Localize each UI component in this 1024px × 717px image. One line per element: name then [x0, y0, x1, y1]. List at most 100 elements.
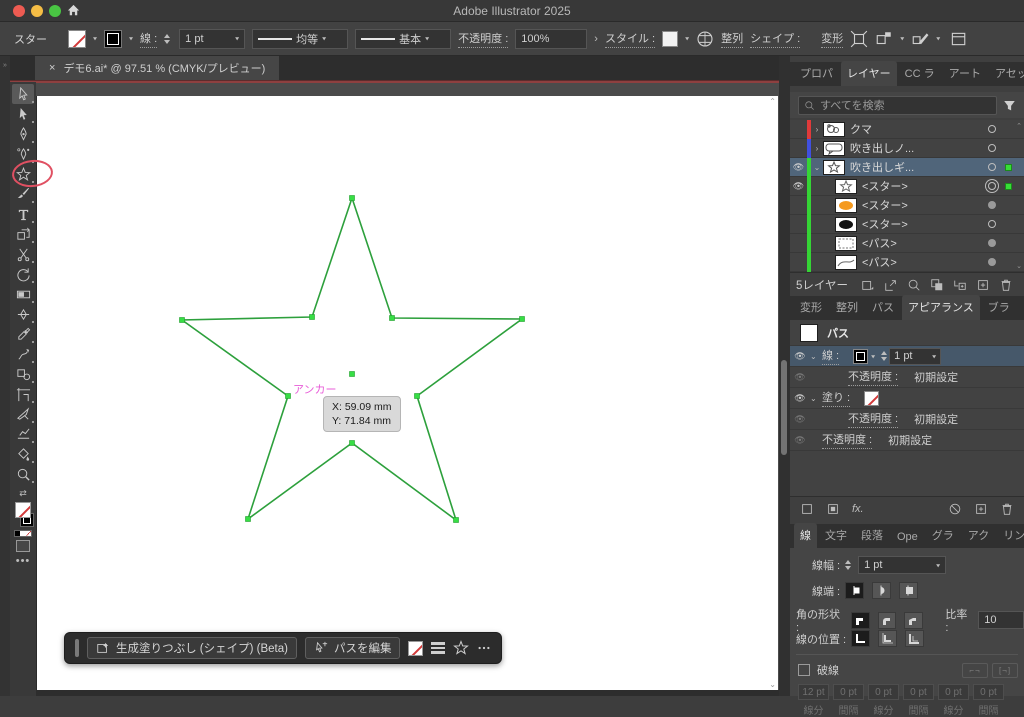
document-tab[interactable]: × デモ6.ai* @ 97.51 % (CMYK/プレビュー) — [35, 56, 280, 80]
layer-target-icon[interactable] — [982, 220, 1002, 228]
appearance-fill-swatch[interactable] — [864, 390, 880, 406]
tab-CC ラ[interactable]: CC ラ — [899, 61, 941, 86]
pen-tool[interactable] — [12, 124, 34, 144]
appearance-root-opacity-row[interactable]: 👁 不透明度 : 初期設定 — [790, 430, 1024, 451]
stroke-color-swatch[interactable] — [104, 29, 123, 48]
warp-tool[interactable] — [12, 344, 34, 364]
miter-join-button[interactable] — [850, 611, 870, 629]
stroke-weight-label[interactable]: 線 : — [140, 30, 158, 48]
appearance-stroke-stepper[interactable] — [881, 351, 888, 361]
scroll-up-icon[interactable]: ⌃ — [769, 97, 776, 106]
bevel-join-button[interactable] — [904, 611, 924, 629]
stroke-weight-field[interactable]: 1 pt ▾ — [858, 556, 947, 574]
locate-object-icon[interactable] — [907, 278, 921, 292]
gradient-tool[interactable] — [12, 284, 34, 304]
scroll-down-icon[interactable]: ⌄ — [769, 680, 776, 689]
vertical-scrollbar[interactable] — [779, 56, 790, 696]
stroke-chevron-icon[interactable]: ▾ — [129, 35, 133, 42]
tab-アセッ[interactable]: アセッ — [989, 61, 1024, 86]
filter-icon[interactable] — [1003, 99, 1016, 112]
appearance-opacity-row[interactable]: 👁 不透明度 : 初期設定 — [790, 409, 1024, 430]
style-chevron-icon[interactable]: ▾ — [685, 35, 689, 42]
selection-tool[interactable] — [12, 84, 34, 104]
taskbar-stroke-icon[interactable] — [431, 642, 446, 654]
stroke-weight-stepper[interactable] — [845, 560, 852, 570]
color-type-bar[interactable] — [14, 530, 32, 537]
toolbar-more-icon[interactable]: ••• — [16, 555, 31, 567]
taskbar-more-icon[interactable] — [477, 641, 491, 655]
eyedropper-tool[interactable] — [12, 324, 34, 344]
add-effect-button[interactable]: fx. — [852, 503, 864, 515]
tab-整列[interactable]: 整列 — [830, 295, 864, 320]
align-center-button[interactable] — [851, 630, 871, 647]
align-inside-button[interactable] — [878, 630, 898, 647]
butt-cap-button[interactable] — [845, 582, 865, 599]
export-icon[interactable] — [884, 278, 898, 292]
visibility-eye-icon[interactable]: 👁 — [790, 351, 810, 362]
transform-icon[interactable] — [850, 30, 868, 48]
layer-thumbnail[interactable] — [835, 197, 857, 213]
width-profile-select[interactable]: 均等 ▾ — [252, 28, 349, 49]
style-label[interactable]: スタイル : — [604, 30, 656, 48]
tab-文字[interactable]: 文字 — [819, 523, 853, 548]
layer-name[interactable]: <スター> — [862, 178, 982, 194]
layer-thumbnail[interactable] — [835, 178, 857, 194]
layer-target-icon[interactable] — [982, 125, 1002, 133]
layer-row[interactable]: 👁 <スター> — [790, 176, 1024, 196]
artboard-tool[interactable] — [12, 384, 34, 404]
layer-name[interactable]: <パス> — [862, 235, 982, 251]
appearance-stroke-swatch[interactable] — [853, 348, 869, 364]
visibility-eye-icon[interactable]: 👁 — [790, 393, 810, 404]
tab-アピアランス[interactable]: アピアランス — [902, 295, 980, 320]
fill-chevron-icon[interactable]: ▾ — [93, 35, 97, 42]
visibility-eye-icon[interactable]: 👁 — [790, 162, 807, 173]
layer-row[interactable]: <スター> — [790, 195, 1024, 215]
layer-row[interactable]: <スター> — [790, 214, 1024, 234]
new-layer-icon[interactable] — [976, 278, 990, 292]
appearance-fill-row[interactable]: 👁 ⌄ 塗り : — [790, 388, 1024, 409]
taskbar-fill-none-swatch[interactable] — [408, 640, 424, 656]
layer-row[interactable]: › クマ — [790, 120, 1024, 139]
taskbar-star-icon[interactable] — [453, 640, 470, 656]
edit-pen-icon[interactable] — [911, 30, 929, 48]
align-dash-icon[interactable]: [¬] — [992, 662, 1018, 678]
type-tool[interactable] — [12, 204, 34, 224]
dashed-line-checkbox[interactable] — [798, 664, 810, 676]
scissors-tool[interactable] — [12, 244, 34, 264]
layer-thumbnail[interactable] — [823, 140, 845, 156]
expand-chevron-icon[interactable]: ⌄ — [811, 163, 823, 172]
align-tool[interactable] — [12, 424, 34, 444]
appearance-fill-label[interactable]: 塗り : — [822, 389, 851, 407]
layer-target-icon[interactable] — [982, 144, 1002, 152]
layer-thumbnail[interactable] — [835, 216, 857, 232]
artboard-canvas[interactable]: アンカー X: 59.09 mm Y: 71.84 mm ⌃ ⌄ — [36, 96, 778, 690]
layer-target-icon[interactable] — [982, 182, 1002, 190]
round-join-button[interactable] — [877, 611, 897, 629]
layer-target-icon[interactable] — [982, 258, 1002, 266]
round-cap-button[interactable] — [872, 582, 892, 599]
fill-none-swatch[interactable] — [15, 502, 31, 518]
scrollbar-thumb[interactable] — [781, 360, 787, 455]
opacity-input[interactable]: 100% — [515, 28, 588, 49]
dock-collapse-icon[interactable]: » — [0, 56, 10, 69]
tab-レイヤー[interactable]: レイヤー — [841, 61, 897, 86]
generative-fill-button[interactable]: 生成塗りつぶし (シェイプ) (Beta) — [87, 637, 297, 659]
appearance-stroke-weight[interactable]: 1 pt ▾ — [889, 347, 942, 365]
layer-thumbnail[interactable] — [823, 159, 845, 175]
delete-item-icon[interactable] — [1000, 502, 1014, 516]
collect-for-export-icon[interactable] — [861, 278, 875, 292]
tab-アート[interactable]: アート — [943, 61, 987, 86]
style-swatch[interactable] — [662, 30, 679, 47]
opacity-label[interactable]: 不透明度 : — [458, 30, 509, 48]
transform-link[interactable]: 変形 — [821, 30, 844, 48]
edit-pen-chevron-icon[interactable]: ▾ — [936, 35, 940, 42]
tab-グラ[interactable]: グラ — [926, 523, 960, 548]
layer-target-icon[interactable] — [982, 239, 1002, 247]
tab-パス[interactable]: パス — [866, 295, 900, 320]
rotate-tool[interactable] — [12, 264, 34, 284]
layer-name[interactable]: <スター> — [862, 216, 982, 232]
shape-link[interactable]: シェイプ : — [750, 30, 801, 48]
direct-selection-tool[interactable] — [12, 104, 34, 124]
tab-段落[interactable]: 段落 — [855, 523, 889, 548]
clipping-mask-icon[interactable] — [930, 278, 944, 292]
